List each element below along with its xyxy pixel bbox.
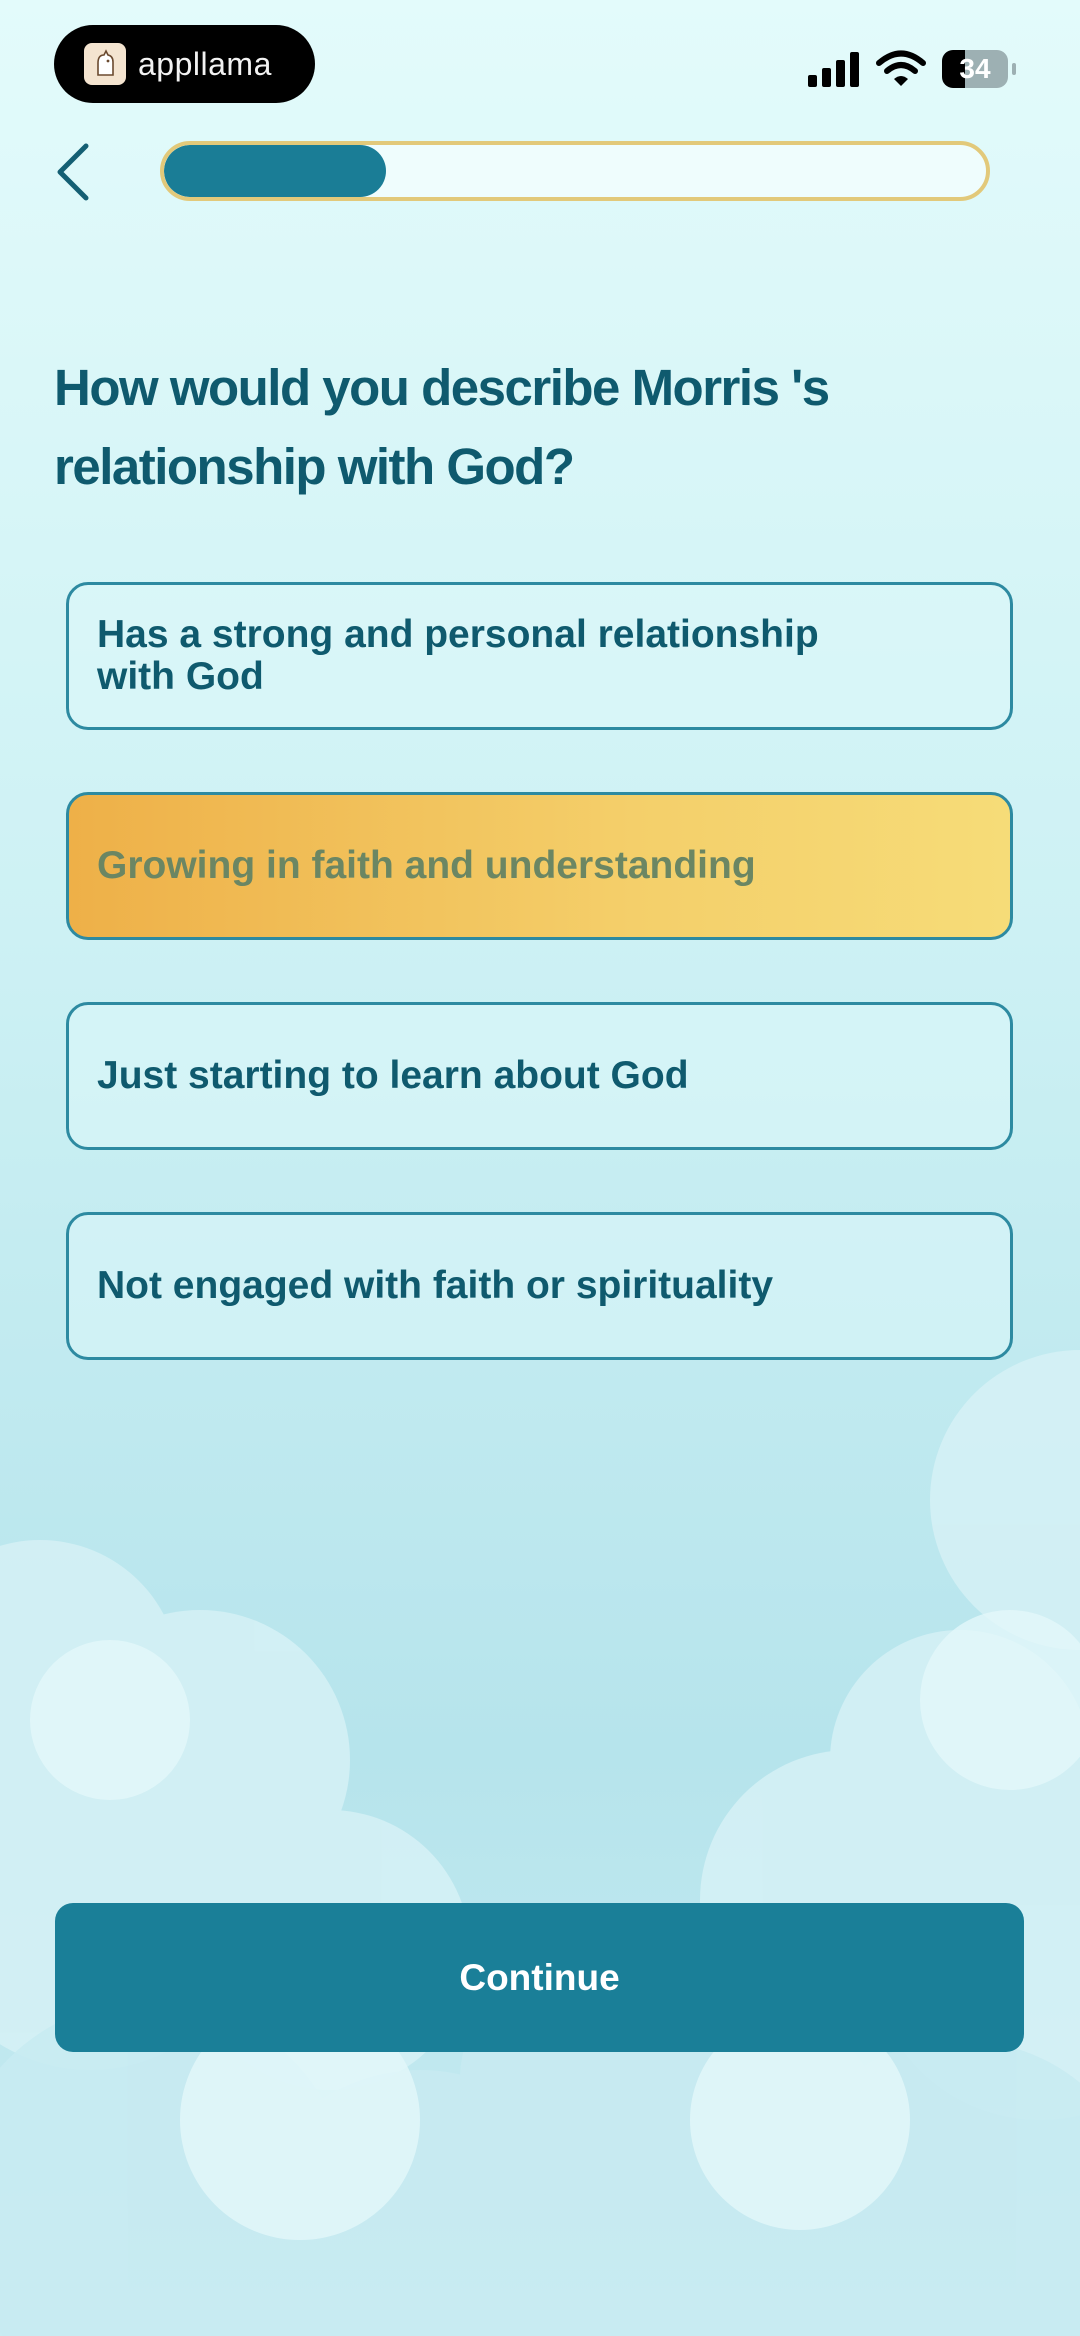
option-label: Has a strong and personal relationship w…	[97, 613, 819, 698]
option-label: Growing in faith and understanding	[97, 844, 756, 887]
progress-fill	[164, 145, 386, 197]
option-label: Not engaged with faith or spirituality	[97, 1264, 774, 1307]
progress-bar	[160, 141, 990, 201]
question-title: How would you describe Morris 's relatio…	[54, 359, 830, 495]
option-label: Just starting to learn about God	[97, 1054, 689, 1097]
signal-icon	[808, 52, 859, 87]
back-button[interactable]	[52, 140, 100, 204]
llama-logo-icon	[84, 43, 126, 85]
battery-indicator: 34	[942, 50, 1016, 88]
status-icons: 34	[808, 50, 1016, 88]
option-not-engaged[interactable]: Not engaged with faith or spirituality	[66, 1212, 1013, 1360]
wifi-icon	[876, 50, 926, 86]
app-indicator-pill: appllama	[54, 25, 315, 103]
chevron-left-icon	[57, 143, 89, 201]
option-just-starting[interactable]: Just starting to learn about God	[66, 1002, 1013, 1150]
option-growing-in-faith[interactable]: Growing in faith and understanding	[66, 792, 1013, 940]
battery-level: 34	[959, 53, 991, 84]
option-strong-relationship[interactable]: Has a strong and personal relationship w…	[66, 582, 1013, 730]
continue-button[interactable]: Continue	[55, 1903, 1024, 2052]
app-indicator-label: appllama	[138, 45, 272, 82]
